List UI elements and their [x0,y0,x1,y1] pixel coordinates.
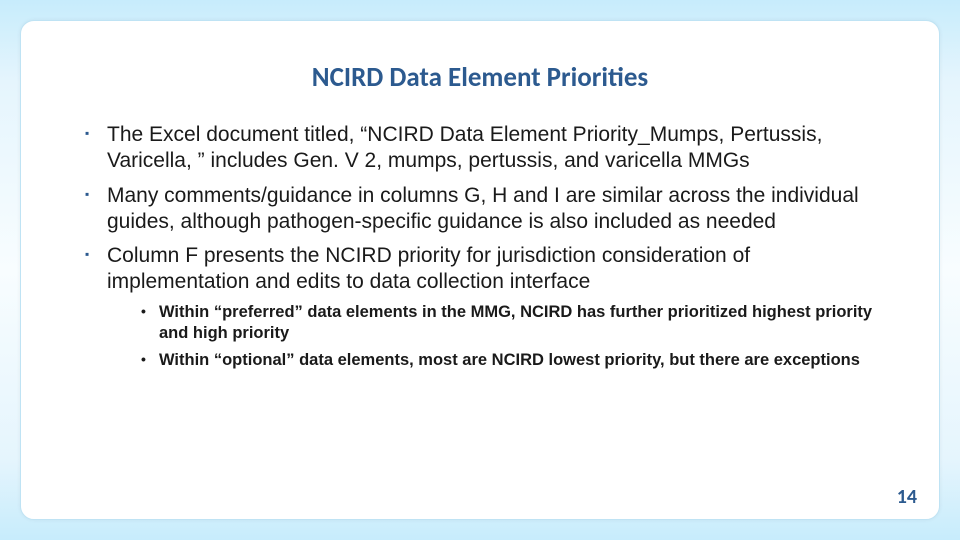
slide-canvas: NCIRD Data Element Priorities The Excel … [0,0,960,540]
list-item: Within “preferred” data elements in the … [141,302,893,345]
slide-card: NCIRD Data Element Priorities The Excel … [20,20,940,520]
list-item: The Excel document titled, “NCIRD Data E… [85,122,893,175]
page-number: 14 [897,485,917,509]
slide-title: NCIRD Data Element Priorities [57,61,903,94]
bullet-text: Many comments/guidance in columns G, H a… [107,184,859,233]
sub-bullet-text: Within “preferred” data elements in the … [159,303,872,342]
list-item: Many comments/guidance in columns G, H a… [85,183,893,236]
bullet-text: Column F presents the NCIRD priority for… [107,244,750,293]
sub-bullet-list: Within “preferred” data elements in the … [107,296,893,372]
list-item: Within “optional” data elements, most ar… [141,350,893,371]
bullet-list: The Excel document titled, “NCIRD Data E… [57,122,903,372]
sub-bullet-text: Within “optional” data elements, most ar… [159,351,860,369]
bullet-text: The Excel document titled, “NCIRD Data E… [107,123,822,172]
list-item: Column F presents the NCIRD priority for… [85,243,893,372]
